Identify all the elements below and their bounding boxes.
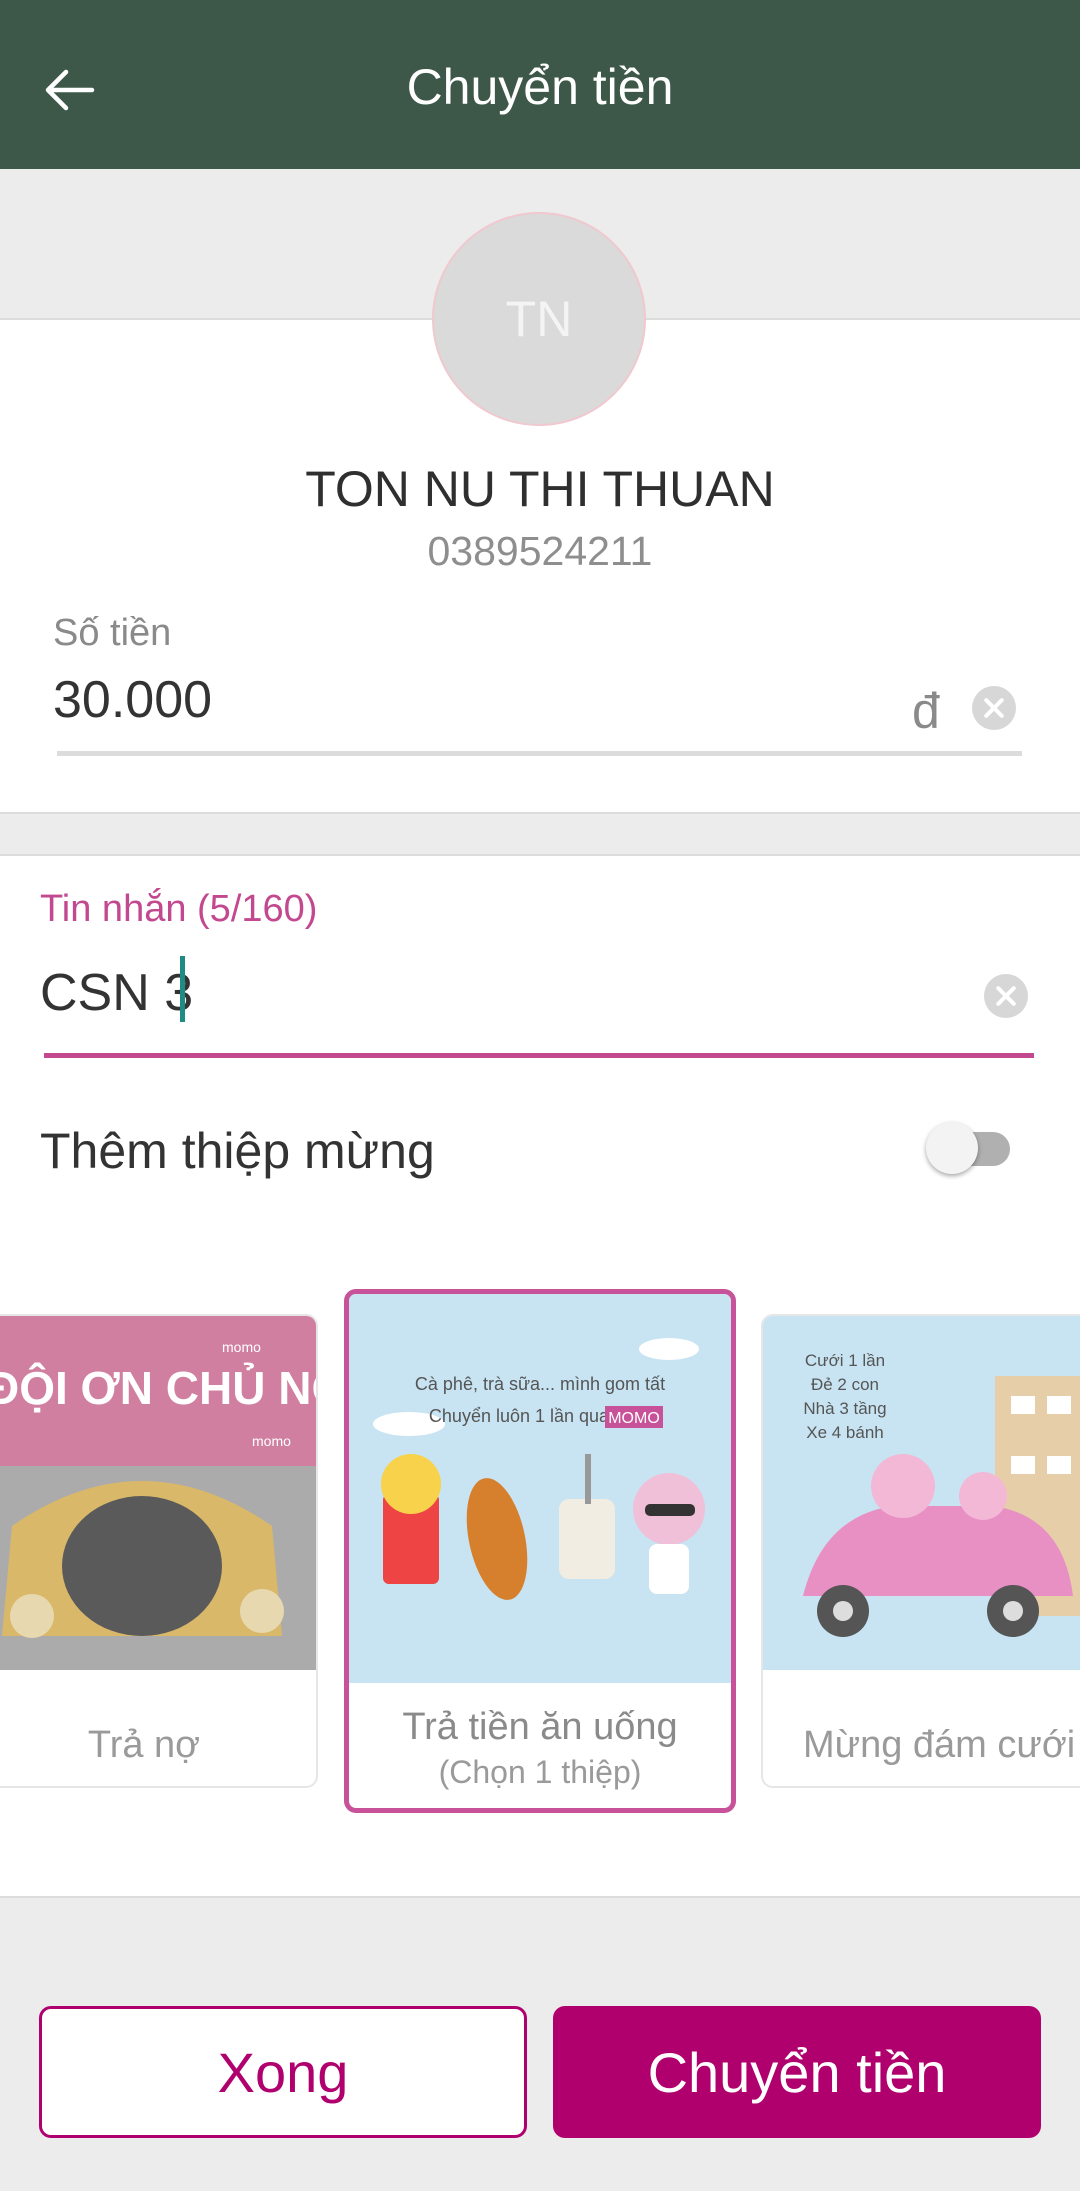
message-input[interactable]: CSN 3 <box>40 963 193 1023</box>
app-header: Chuyển tiền <box>0 0 1080 169</box>
recipient-phone: 0389524211 <box>427 528 653 574</box>
text-cursor <box>180 956 185 1022</box>
momo-logo: MOMO <box>608 1410 660 1427</box>
greeting-card-label: Thêm thiệp mừng <box>40 1123 435 1179</box>
greeting-card-debt-title: ĐỘI ƠN CHỦ NỢ <box>0 1362 316 1414</box>
greeting-card-debt-caption: Trả nợ <box>87 1724 201 1766</box>
message-label: Tin nhắn (5/160) <box>40 888 318 930</box>
amount-label: Số tiền <box>53 612 172 654</box>
page-title: Chuyển tiền <box>406 59 674 115</box>
done-button[interactable]: Xong <box>39 2006 527 2138</box>
greeting-card-wedding-line: Nhà 3 tầng <box>803 1399 886 1418</box>
greeting-card-wedding-image: Cưới 1 lần Đẻ 2 con Nhà 3 tầng Xe 4 bánh <box>763 1316 1080 1670</box>
transfer-button[interactable]: Chuyển tiền <box>553 2006 1041 2138</box>
greeting-card-food-line2: Chuyển luôn 1 lần qua <box>429 1406 610 1426</box>
greeting-card-wedding-line: Xe 4 bánh <box>806 1423 884 1442</box>
clear-amount-icon[interactable] <box>972 686 1016 730</box>
greeting-card-food[interactable]: Cà phê, trà sữa... mình gom tất Chuyển l… <box>344 1289 736 1813</box>
amount-underline <box>57 751 1022 756</box>
greeting-card-wedding[interactable]: Cưới 1 lần Đẻ 2 con Nhà 3 tầng Xe 4 bánh… <box>761 1314 1080 1788</box>
momo-logo: momo <box>252 1433 291 1449</box>
currency-symbol: đ <box>912 683 940 739</box>
toggle-knob <box>926 1122 978 1174</box>
clear-message-icon[interactable] <box>984 974 1028 1018</box>
greeting-card-debt[interactable]: ĐỘI ƠN CHỦ NỢ momo momo Trả nợ <box>0 1314 318 1788</box>
greeting-card-food-line1: Cà phê, trà sữa... mình gom tất <box>415 1374 665 1394</box>
avatar-initials: TN <box>505 291 573 347</box>
message-underline <box>44 1053 1034 1058</box>
greeting-card-food-image: Cà phê, trà sữa... mình gom tất Chuyển l… <box>349 1294 731 1683</box>
momo-logo: momo <box>222 1339 261 1355</box>
avatar: TN <box>432 212 646 426</box>
greeting-card-food-caption: Trả tiền ăn uống <box>402 1706 678 1748</box>
greeting-card-debt-image: ĐỘI ƠN CHỦ NỢ momo momo <box>0 1316 316 1670</box>
greeting-card-wedding-line: Đẻ 2 con <box>811 1375 879 1394</box>
greeting-card-food-sub: (Chọn 1 thiệp) <box>438 1754 642 1790</box>
greeting-card-wedding-caption: Mừng đám cưới <box>803 1724 1076 1766</box>
amount-input[interactable]: 30.000 <box>53 670 212 730</box>
recipient-name: TON NU THI THUAN <box>305 461 775 517</box>
greeting-card-wedding-line: Cưới 1 lần <box>805 1351 885 1370</box>
